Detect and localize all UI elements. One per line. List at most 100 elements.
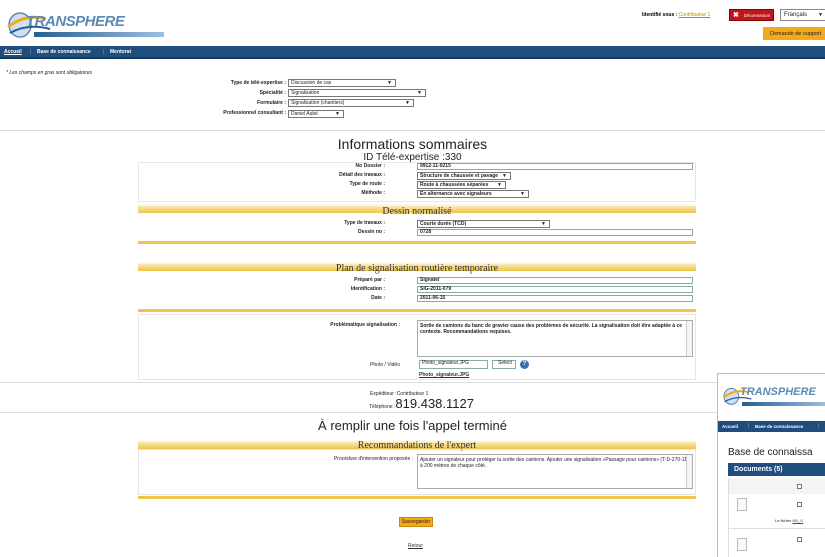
procedure-textarea[interactable]: Ajouter un signaleur pour protéger la so… <box>417 454 693 489</box>
identity-user-link[interactable]: Contributeur 1 <box>679 12 711 18</box>
prepare-label: Préparé par : <box>354 277 385 283</box>
scrollbar[interactable] <box>686 321 692 356</box>
route-label: Type de route : <box>349 181 385 187</box>
popup-header: TRANSPHERE <box>718 374 825 418</box>
logout-label: Déconnexion <box>743 12 771 18</box>
dessin-type-select[interactable]: Courte durée (TCD) ▼ <box>417 220 550 228</box>
support-button[interactable]: Demande de support <box>763 27 825 40</box>
divider <box>0 130 825 131</box>
problematique-text: Sortie de camions du banc de gravier cau… <box>420 323 683 335</box>
chevron-down-icon: ▼ <box>818 12 823 18</box>
save-button[interactable]: Sauvegarder <box>399 517 433 527</box>
plan-title: Plan de signalisation routière temporair… <box>335 263 499 274</box>
dossier-input[interactable]: 9912-11-0215 <box>417 163 693 170</box>
prepare-input[interactable]: Signatel <box>417 277 693 284</box>
chevron-down-icon: ▼ <box>541 221 546 227</box>
nav-separator: | <box>748 423 750 429</box>
type-label: Type de télé-expertise : <box>230 80 286 86</box>
summary-title: Informations sommaires <box>337 136 488 152</box>
formulaire-value: Signalisation (chantiers) <box>291 100 345 106</box>
scrollbar[interactable] <box>686 455 692 488</box>
procedure-text: Ajouter un signaleur pour protéger la so… <box>420 457 689 469</box>
methode-label: Méthode : <box>361 190 385 196</box>
dessin-type-value: Courte durée (TCD) <box>420 221 467 227</box>
methode-select[interactable]: En alternance avec signaleurs ▼ <box>417 190 529 198</box>
specialite-select[interactable]: Signalisation ▼ <box>288 89 426 97</box>
photo-link[interactable]: Photo_signaleur.JPG <box>419 372 469 378</box>
popup-nav-accueil[interactable]: Accueil <box>722 424 738 429</box>
route-value: Route à chaussées séparées <box>420 182 489 188</box>
type-select[interactable]: Discussion de cas ▼ <box>288 79 396 87</box>
type-value: Discussion de cas <box>291 80 332 86</box>
file-link[interactable]: NB_G <box>792 518 803 523</box>
knowledge-base-popup: TRANSPHERE Accueil | Base de connaissanc… <box>717 373 825 557</box>
chevron-down-icon: ▼ <box>497 182 502 188</box>
phone-line: Téléphone :819.438.1127 <box>369 396 474 411</box>
nav-item-accueil[interactable]: Accueil <box>4 49 22 55</box>
chevron-down-icon: ▼ <box>520 191 525 197</box>
divider <box>729 528 825 529</box>
specialite-label: Spécialité : <box>259 90 286 96</box>
help-icon[interactable]: ? <box>520 360 529 369</box>
dessin-no-label: Dessin no : <box>358 229 385 235</box>
document-icon <box>737 498 747 511</box>
logo-bar <box>742 402 825 406</box>
phone-label: Téléphone : <box>369 404 396 410</box>
section-band-bottom <box>138 241 696 244</box>
formulaire-label: Formulaire : <box>257 100 286 106</box>
route-select[interactable]: Route à chaussées séparées ▼ <box>417 181 506 189</box>
select-button[interactable]: Select <box>492 360 516 369</box>
problematique-label: Problématique signalisation : <box>330 322 400 328</box>
dossier-label: No Dossier : <box>355 163 385 169</box>
language-select[interactable]: Français ▼ <box>780 9 825 21</box>
popup-nav: Accueil | Base de connaissance | <box>718 421 825 432</box>
date-input[interactable]: 2011-06-15 <box>417 295 693 302</box>
identity-text: Identifié sous : Contributeur 1 <box>642 12 710 18</box>
chevron-down-icon: ▼ <box>335 111 340 117</box>
travaux-value: Structure de chaussée et pavage <box>420 173 499 179</box>
required-note: * Les champs en gras sont obligatoires <box>6 70 93 76</box>
checkbox[interactable] <box>797 502 802 507</box>
back-link[interactable]: Retour <box>408 543 423 549</box>
photo-label: Photo / Vidéo <box>370 362 400 368</box>
file-label: Le fichier <box>775 518 792 523</box>
section-band-bottom <box>138 496 696 499</box>
chevron-down-icon: ▼ <box>502 173 507 179</box>
list-item <box>729 478 825 494</box>
identity-label: Identifié sous : <box>642 12 678 18</box>
divider <box>0 382 825 383</box>
chevron-down-icon: ▼ <box>417 90 422 96</box>
call-title: À remplir une fois l'appel terminé <box>318 418 507 433</box>
photo-file-input[interactable]: Photo_signaleur.JPG <box>419 360 488 369</box>
consultant-value: Daniel Aubé <box>291 111 318 117</box>
procedure-label: Procédure d'intervention proposée : <box>333 456 413 462</box>
formulaire-select[interactable]: Signalisation (chantiers) ▼ <box>288 99 414 107</box>
popup-nav-base[interactable]: Base de connaissance <box>755 424 803 429</box>
methode-value: En alternance avec signaleurs <box>420 191 492 197</box>
header: TRANSPHERE Identifié sous : Contributeur… <box>0 0 825 46</box>
nav-item-mentorat[interactable]: Mentorat <box>110 49 131 55</box>
close-icon: ✖ <box>733 12 739 19</box>
section-band-bottom <box>138 309 696 312</box>
logout-button[interactable]: ✖ Déconnexion <box>729 9 774 21</box>
checkbox[interactable] <box>797 537 802 542</box>
main-nav: Accueil | Base de connaissance | Mentora… <box>0 46 825 59</box>
logo-bar <box>34 32 164 37</box>
logo-wordmark: TRANSPHERE <box>26 13 125 30</box>
file-text: Le fichier NB_G <box>775 518 803 523</box>
consultant-select[interactable]: Daniel Aubé ▼ <box>288 110 344 118</box>
documents-list: Le fichier NB_G <box>728 478 825 557</box>
checkbox[interactable] <box>797 484 802 489</box>
identification-input[interactable]: SIG-2011-079 <box>417 286 693 293</box>
nav-item-base-connaissance[interactable]: Base de connaissance <box>37 49 91 55</box>
chevron-down-icon: ▼ <box>405 100 410 106</box>
problematique-textarea[interactable]: Sortie de camions du banc de gravier cau… <box>417 320 693 357</box>
travaux-select[interactable]: Structure de chaussée et pavage ▼ <box>417 172 511 180</box>
transphere-logo[interactable]: TRANSPHERE <box>6 5 164 41</box>
dessin-no-input[interactable]: 0728 <box>417 229 693 236</box>
nav-separator: | <box>103 49 105 55</box>
chevron-down-icon: ▼ <box>387 80 392 86</box>
consultant-label: Professionnel consultant : <box>223 110 286 116</box>
identification-label: Identification : <box>350 286 385 292</box>
document-icon <box>737 538 747 551</box>
